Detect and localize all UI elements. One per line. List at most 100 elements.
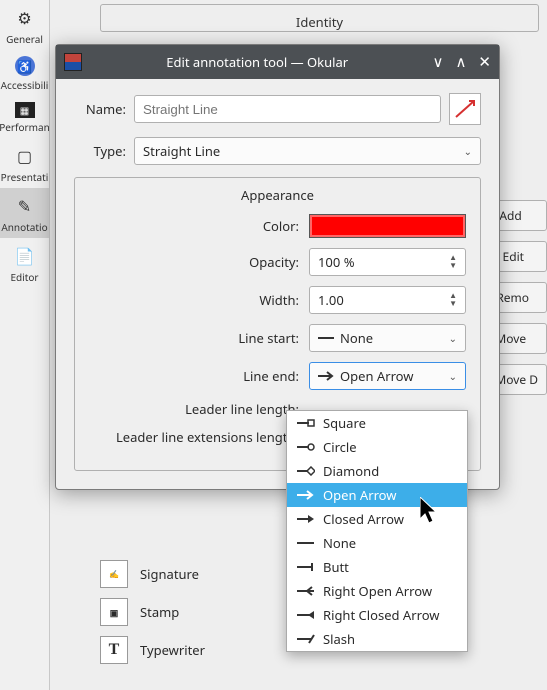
width-label: Width: [89, 291, 299, 309]
dropdown-item-diamond[interactable]: Diamond [287, 459, 467, 483]
identity-groupbox: Identity [100, 4, 539, 32]
dropdown-item-square[interactable]: Square [287, 411, 467, 435]
sidebar-item-label: Annotatio [1, 220, 47, 234]
leader-line-length-label: Leader line length: [89, 400, 299, 418]
dropdown-item-label: Open Arrow [323, 486, 397, 504]
list-item-signature[interactable]: ✍ Signature [100, 560, 205, 588]
dropdown-item-right-open-arrow[interactable]: Right Open Arrow [287, 579, 467, 603]
none-end-icon [297, 538, 315, 548]
right-closed-arrow-end-icon [297, 610, 315, 620]
typewriter-icon: T [100, 636, 128, 664]
width-spinbox[interactable]: 1.00 ▲▼ [309, 286, 466, 314]
appearance-legend: Appearance [89, 186, 466, 204]
list-item-label: Typewriter [140, 641, 205, 659]
spin-arrows-icon[interactable]: ▲▼ [449, 254, 457, 270]
square-end-icon [297, 418, 315, 428]
maximize-icon[interactable]: ∧ [455, 52, 466, 72]
chevron-down-icon: ⌄ [449, 331, 457, 345]
list-item-typewriter[interactable]: T Typewriter [100, 636, 205, 664]
line-end-dropdown-menu[interactable]: Square Circle Diamond Open Arrow Closed … [286, 410, 468, 652]
spinbox-value: 1.00 [318, 291, 344, 309]
presentation-icon: ▢ [13, 144, 37, 168]
sidebar-item-label: Presentati [1, 170, 49, 184]
button-label: Edit [503, 248, 524, 265]
list-item-label: Signature [140, 565, 199, 583]
bg-sidebar: ⚙ General ♿ Accessibili ▦ Performan ▢ Pr… [0, 0, 50, 690]
dropdown-item-butt[interactable]: Butt [287, 555, 467, 579]
dropdown-item-label: Slash [323, 630, 355, 648]
sidebar-item-label: Accessibili [1, 78, 49, 92]
sidebar-item-annotations[interactable]: ✎ Annotatio [0, 188, 49, 238]
dropdown-item-label: Diamond [323, 462, 379, 480]
type-combobox[interactable]: Straight Line ⌄ [134, 137, 481, 165]
chevron-down-icon: ⌄ [464, 144, 472, 158]
sidebar-item-general[interactable]: ⚙ General [0, 0, 49, 50]
sidebar-item-label: Editor [10, 270, 38, 284]
editor-icon: 📄 [13, 244, 37, 268]
tool-preview-icon [449, 93, 481, 125]
line-start-combobox[interactable]: None ⌄ [309, 324, 466, 352]
open-arrow-end-icon [297, 490, 315, 500]
dropdown-item-slash[interactable]: Slash [287, 627, 467, 651]
combobox-value: None [340, 329, 373, 347]
list-item-label: Stamp [140, 603, 179, 621]
dialog-title: Edit annotation tool — Okular [90, 53, 424, 71]
line-start-label: Line start: [89, 329, 299, 347]
signature-icon: ✍ [100, 560, 128, 588]
dialog-titlebar[interactable]: Edit annotation tool — Okular ∨ ∧ ✕ [56, 45, 499, 79]
line-end-label: Line end: [89, 367, 299, 385]
performance-icon: ▦ [15, 102, 35, 118]
dropdown-item-closed-arrow[interactable]: Closed Arrow [287, 507, 467, 531]
button-label: Remo [496, 289, 529, 306]
dropdown-item-label: Butt [323, 558, 349, 576]
identity-header-label: Identity [296, 13, 343, 31]
dropdown-item-label: Closed Arrow [323, 510, 404, 528]
closed-arrow-end-icon [297, 514, 315, 524]
opacity-label: Opacity: [89, 253, 299, 271]
sidebar-item-presentation[interactable]: ▢ Presentati [0, 138, 49, 188]
gear-icon: ⚙ [13, 6, 37, 30]
dropdown-item-label: Right Open Arrow [323, 582, 432, 600]
dropdown-item-right-closed-arrow[interactable]: Right Closed Arrow [287, 603, 467, 627]
accessibility-icon: ♿ [15, 56, 35, 76]
dropdown-item-label: None [323, 534, 356, 552]
dropdown-item-label: Circle [323, 438, 357, 456]
line-end-combobox[interactable]: Open Arrow ⌄ [309, 362, 466, 390]
circle-end-icon [297, 442, 315, 452]
sidebar-item-label: General [6, 32, 43, 46]
opacity-spinbox[interactable]: 100 % ▲▼ [309, 248, 466, 276]
spinbox-value: 100 % [318, 253, 355, 271]
sidebar-item-editor[interactable]: 📄 Editor [0, 238, 49, 288]
leader-line-ext-label: Leader line extensions length: [89, 428, 299, 446]
open-arrow-glyph-icon [318, 367, 334, 385]
sidebar-item-performance[interactable]: ▦ Performan [0, 96, 49, 138]
dropdown-item-label: Right Closed Arrow [323, 606, 440, 624]
close-icon[interactable]: ✕ [478, 52, 491, 72]
dropdown-item-none[interactable]: None [287, 531, 467, 555]
type-label: Type: [74, 142, 126, 160]
app-icon [64, 53, 82, 71]
color-picker[interactable] [309, 214, 466, 238]
annotation-icon: ✎ [13, 194, 37, 218]
name-input[interactable] [134, 95, 441, 123]
diamond-end-icon [297, 466, 315, 476]
sidebar-item-accessibility[interactable]: ♿ Accessibili [0, 50, 49, 96]
right-open-arrow-end-icon [297, 586, 315, 596]
dropdown-item-label: Square [323, 414, 366, 432]
butt-end-icon [297, 562, 315, 572]
combobox-value: Open Arrow [340, 367, 414, 385]
slash-end-icon [297, 634, 315, 644]
list-item-stamp[interactable]: ▣ Stamp [100, 598, 205, 626]
sidebar-item-label: Performan [0, 120, 49, 134]
dropdown-item-open-arrow[interactable]: Open Arrow [287, 483, 467, 507]
dropdown-item-circle[interactable]: Circle [287, 435, 467, 459]
bg-annotation-list: ✍ Signature ▣ Stamp T Typewriter [100, 560, 205, 664]
name-label: Name: [74, 100, 126, 118]
minimize-icon[interactable]: ∨ [432, 52, 443, 72]
line-none-glyph-icon [318, 329, 334, 347]
button-label: Add [499, 207, 521, 224]
stamp-icon: ▣ [100, 598, 128, 626]
chevron-down-icon: ⌄ [449, 369, 457, 383]
combobox-value: Straight Line [143, 142, 220, 160]
spin-arrows-icon[interactable]: ▲▼ [449, 292, 457, 308]
